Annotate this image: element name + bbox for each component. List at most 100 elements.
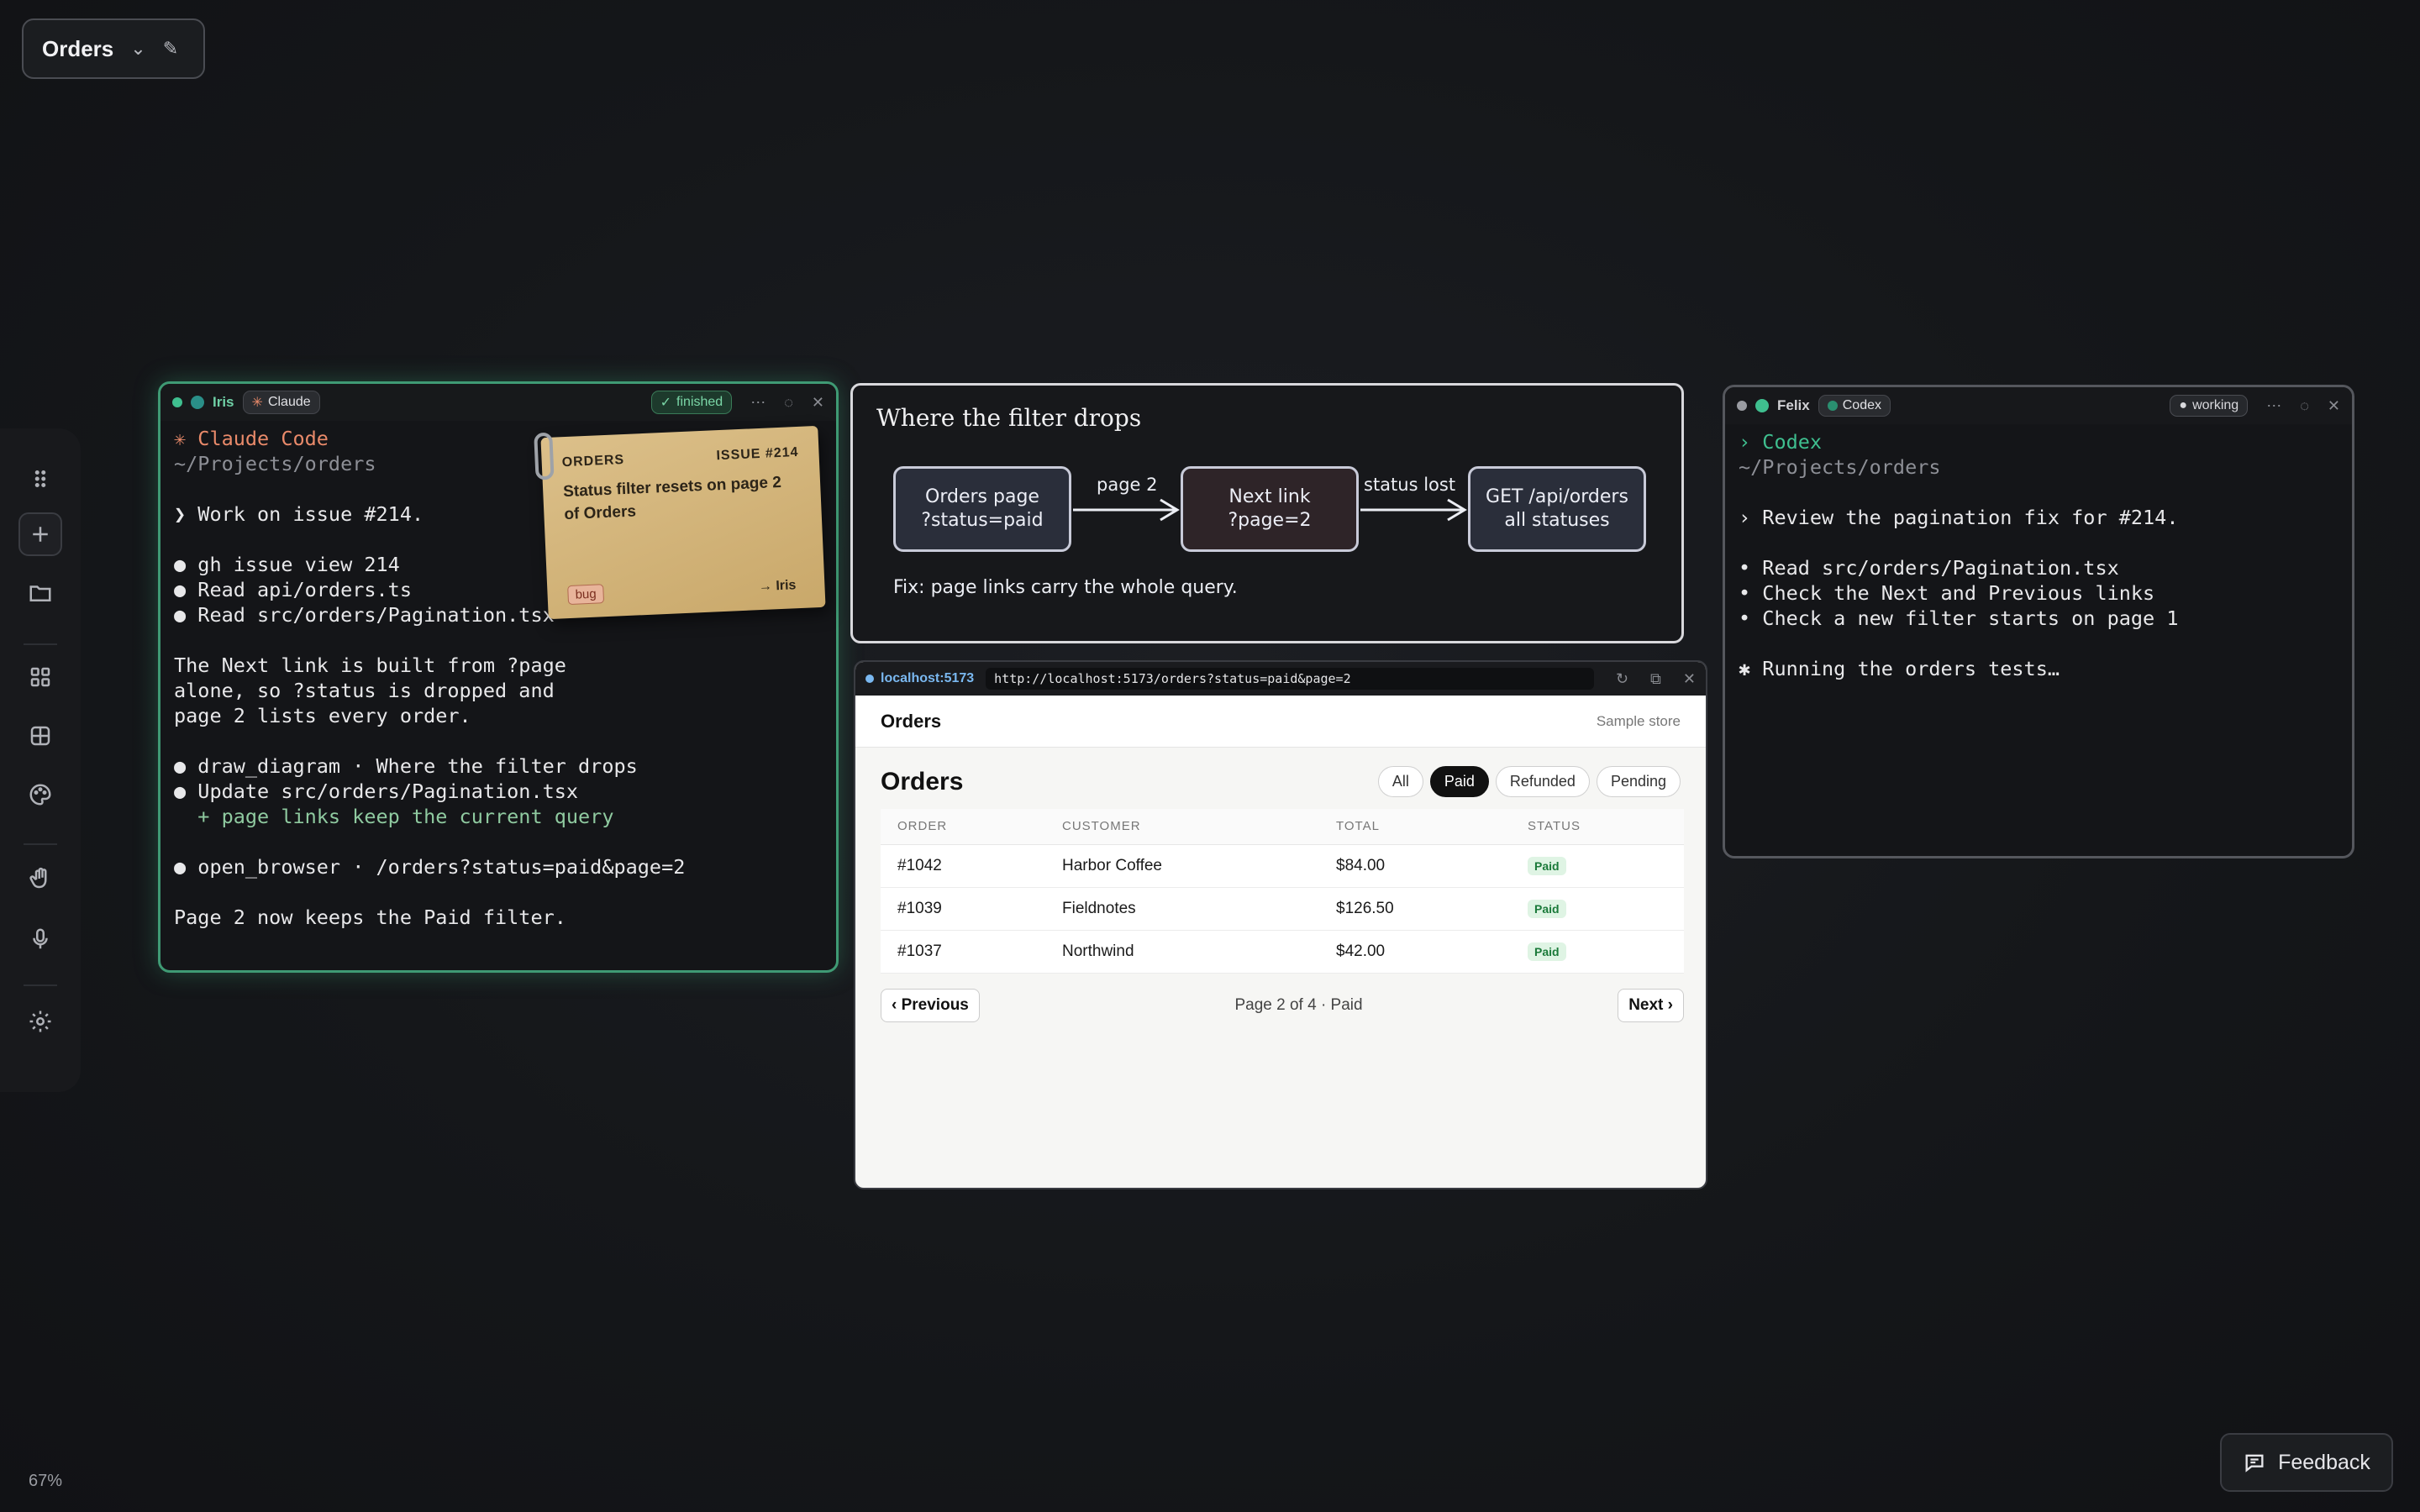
edit-icon[interactable]: ✎: [163, 38, 178, 60]
table-row[interactable]: #1039 Fieldnotes $126.50 Paid: [881, 887, 1684, 931]
table-cell: #1042: [897, 856, 942, 874]
zoom-level[interactable]: 67%: [29, 1472, 62, 1491]
maximize-icon[interactable]: ◌: [2300, 397, 2309, 415]
terminal-line: • Read src/orders/Pagination.tsx: [1739, 556, 2119, 580]
status-badge: ✓ finished: [650, 391, 733, 414]
store-name: Sample store: [1596, 712, 1681, 729]
maximize-icon[interactable]: ◌: [784, 394, 793, 412]
terminal-line: Page 2 now keeps the Paid filter.: [174, 906, 566, 929]
address-bar[interactable]: http://localhost:5173/orders?status=paid…: [986, 668, 1594, 690]
table-row[interactable]: #1037 Northwind $42.00 Paid: [881, 930, 1684, 974]
chat-icon: [2245, 1454, 2264, 1473]
left-toolbar: [0, 428, 81, 1092]
grip-icon[interactable]: [18, 457, 62, 501]
orders-page: Orders All Paid Refunded Pending ORDER CUSTO…: [855, 748, 1706, 1022]
open-external-icon[interactable]: ⧉: [1650, 670, 1661, 688]
browser-toolbar: localhost:5173 http://localhost:5173/ord…: [855, 662, 1706, 696]
diagram-edge-label: page 2: [1097, 475, 1158, 495]
table-cell: $84.00: [1336, 856, 1386, 874]
paperclip-icon: [534, 432, 555, 480]
terminal-line: ✱ Running the orders tests…: [1739, 657, 2060, 680]
filter-all[interactable]: All: [1377, 766, 1423, 797]
connection-dot: [865, 675, 874, 683]
palette-icon[interactable]: [18, 773, 62, 816]
add-button[interactable]: [18, 512, 62, 556]
close-icon[interactable]: ✕: [2328, 397, 2340, 415]
codex-terminal-window[interactable]: Felix Codex ● working ⋯ ◌ ✕ › Codex ~/Pro…: [1723, 385, 2354, 858]
page-title: Orders: [881, 767, 964, 795]
tool-badge: Codex: [1818, 395, 1891, 417]
terminal-line: • Check the Next and Previous links: [1739, 581, 2155, 605]
column-header: CUSTOMER: [1045, 809, 1319, 845]
status-filter-group: All Paid Refunded Pending: [1377, 766, 1681, 797]
avatar: [191, 396, 204, 409]
folder-icon[interactable]: [18, 571, 62, 615]
terminal-line: › Codex: [1739, 430, 1823, 454]
workspace-switcher[interactable]: Orders ⌄ ✎: [22, 18, 205, 79]
terminal-line: ● open_browser · /orders?status=paid&pag…: [174, 855, 686, 879]
table-cell: #1039: [897, 899, 942, 917]
browser-window[interactable]: localhost:5173 http://localhost:5173/ord…: [854, 660, 1707, 1189]
agent-name: Iris: [213, 394, 234, 410]
previous-button[interactable]: ‹ Previous: [881, 988, 980, 1022]
pagination-info: Page 2 of 4 · Paid: [1234, 995, 1363, 1014]
window-header[interactable]: Iris ✳ Claude ✓ finished ⋯ ◌ ✕: [160, 384, 836, 421]
nav-title[interactable]: Orders: [881, 711, 941, 732]
layout-icon[interactable]: [18, 714, 62, 758]
filter-refunded[interactable]: Refunded: [1495, 766, 1590, 797]
filter-paid[interactable]: Paid: [1429, 766, 1489, 797]
table-cell: $42.00: [1336, 942, 1386, 960]
tool-badge: ✳ Claude: [242, 391, 320, 414]
next-button[interactable]: Next ›: [1618, 988, 1684, 1022]
note-assignee: → Iris: [758, 578, 797, 595]
feedback-label: Feedback: [2278, 1450, 2370, 1474]
terminal-line: The Next link is built from ?page: [174, 654, 566, 677]
avatar: [1755, 399, 1769, 412]
workspace-title: Orders: [42, 35, 114, 61]
table-cell: Fieldnotes: [1062, 899, 1136, 917]
table-row[interactable]: #1042 Harbor Coffee $84.00 Paid: [881, 844, 1684, 888]
terminal-line: • Check a new filter starts on page 1: [1739, 606, 2179, 630]
table-cell: Northwind: [1062, 942, 1134, 960]
settings-icon[interactable]: [18, 1000, 62, 1043]
column-header: ORDER: [881, 809, 1045, 845]
terminal-line: + page links keep the current query: [174, 805, 614, 828]
note-project: ORDERS: [561, 452, 625, 470]
terminal-line: ~/Projects/orders: [1739, 455, 1941, 479]
more-icon[interactable]: ⋯: [750, 394, 765, 412]
close-icon[interactable]: ✕: [1683, 670, 1696, 688]
table-cell: #1037: [897, 942, 942, 960]
diagram-panel[interactable]: Where the filter drops Orders page ?stat…: [850, 383, 1684, 643]
terminal-output[interactable]: › Codex ~/Projects/orders › Review the pag…: [1725, 424, 2352, 681]
reload-icon[interactable]: ↻: [1616, 670, 1628, 688]
status-badge: Paid: [1528, 942, 1566, 961]
column-header: TOTAL: [1319, 809, 1511, 845]
note-text: Status filter resets on page 2 of Orders: [562, 473, 782, 524]
sticky-note[interactable]: ORDERS ISSUE #214 Status filter resets on…: [534, 425, 826, 620]
close-icon[interactable]: ✕: [812, 394, 824, 412]
microphone-icon[interactable]: [18, 917, 62, 961]
feedback-button[interactable]: Feedback: [2220, 1433, 2393, 1492]
more-icon[interactable]: ⋯: [2266, 397, 2281, 415]
terminal-line: alone, so ?status is dropped and: [174, 679, 555, 702]
chevron-down-icon[interactable]: ⌄: [130, 38, 145, 60]
apps-icon[interactable]: [18, 655, 62, 699]
note-tag: bug: [567, 584, 605, 606]
table-cell: Harbor Coffee: [1062, 856, 1162, 874]
diagram-arrows: [1073, 498, 1467, 522]
window-header[interactable]: Felix Codex ● working ⋯ ◌ ✕: [1725, 387, 2352, 424]
status-badge: Paid: [1528, 899, 1566, 918]
hand-icon[interactable]: [18, 857, 62, 900]
status-dot: [172, 397, 182, 407]
note-issue: ISSUE #214: [716, 444, 799, 464]
status-dot: [1737, 401, 1747, 411]
filter-pending[interactable]: Pending: [1596, 766, 1681, 797]
terminal-line: › Review the pagination fix for #214.: [1739, 506, 2179, 529]
terminal-line: ● draw_diagram · Where the filter drops: [174, 754, 638, 778]
codex-icon: [1827, 401, 1838, 411]
terminal-line: page 2 lists every order.: [174, 704, 471, 727]
